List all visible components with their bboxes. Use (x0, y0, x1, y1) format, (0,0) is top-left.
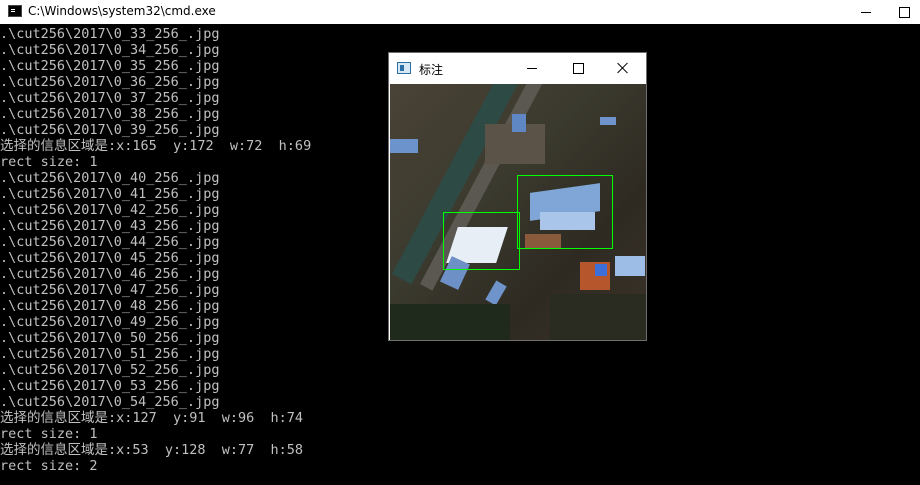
cmd-window-title: C:\Windows\system32\cmd.exe (28, 4, 216, 18)
minimize-icon (861, 11, 871, 13)
cmd-title-bar[interactable]: C:\Windows\system32\cmd.exe (0, 0, 920, 24)
annotation-window[interactable]: 标注 (388, 52, 647, 341)
console-line: rect size: 1 (0, 426, 98, 442)
maximize-icon (899, 6, 910, 18)
console-line: 选择的信息区域是:x:127 y:91 w:96 h:74 (0, 410, 304, 426)
console-line: .\cut256\2017\0_52_256_.jpg (0, 362, 220, 378)
close-icon (617, 62, 629, 74)
console-line: .\cut256\2017\0_51_256_.jpg (0, 346, 220, 362)
roof-blue (600, 117, 616, 125)
cmd-minimize-button[interactable] (843, 0, 889, 24)
console-line: .\cut256\2017\0_33_256_.jpg (0, 26, 220, 42)
minimize-icon (527, 67, 537, 69)
annotation-window-title: 标注 (419, 63, 444, 77)
roof-blue (512, 114, 526, 132)
console-line: 选择的信息区域是:x:53 y:128 w:77 h:58 (0, 442, 304, 458)
vegetation (390, 304, 510, 340)
roof-blue (615, 256, 645, 276)
annotation-rect[interactable] (443, 212, 520, 270)
console-line: .\cut256\2017\0_53_256_.jpg (0, 378, 220, 394)
annotation-close-button[interactable] (600, 53, 646, 83)
annotation-title-bar[interactable]: 标注 (389, 53, 646, 83)
console-line: .\cut256\2017\0_54_256_.jpg (0, 394, 220, 410)
roof-blue (595, 264, 607, 276)
cmd-app-icon[interactable] (8, 5, 22, 17)
annotation-minimize-button[interactable] (509, 53, 555, 83)
console-line: rect size: 2 (0, 458, 98, 474)
vegetation (550, 294, 646, 340)
maximize-icon (572, 62, 584, 74)
annotation-rect[interactable] (517, 175, 613, 249)
cmd-maximize-button[interactable] (889, 0, 920, 24)
annotation-maximize-button[interactable] (555, 53, 601, 83)
image-window-icon (397, 62, 411, 74)
satellite-image[interactable] (390, 84, 646, 340)
roof-blue (390, 139, 418, 153)
